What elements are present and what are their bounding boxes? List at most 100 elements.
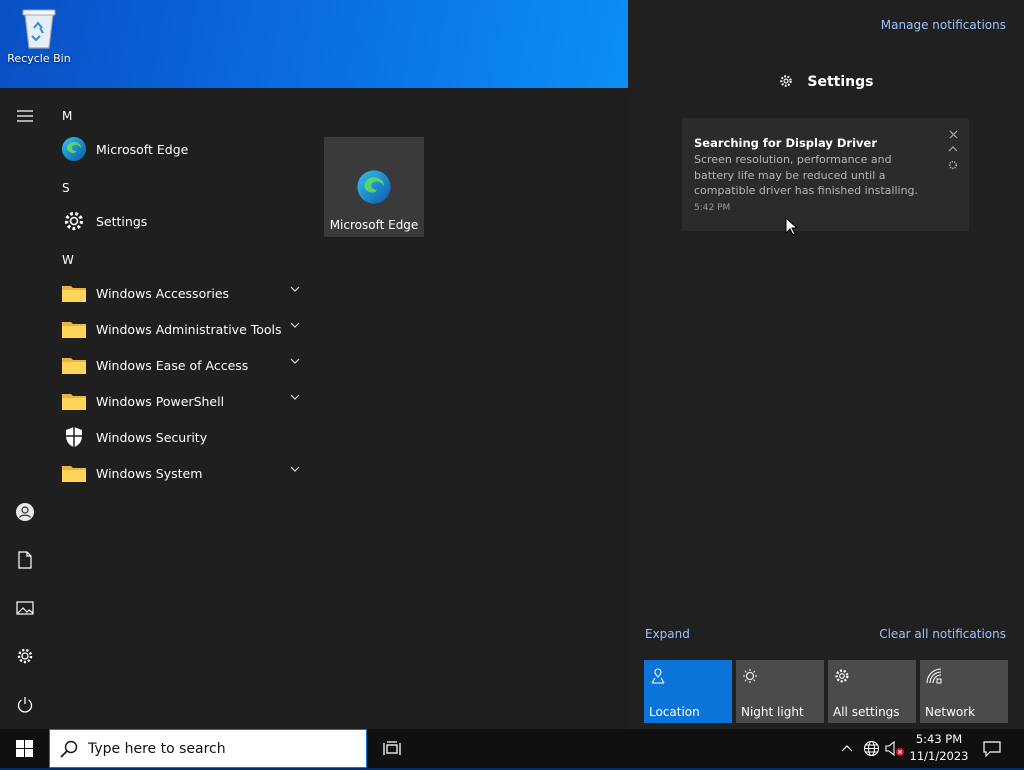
app-windows-ease-of-access[interactable]: Windows Ease of Access: [60, 348, 310, 382]
folder-icon: [60, 279, 88, 307]
app-label: Windows Ease of Access: [96, 357, 249, 373]
windows-logo-icon: [15, 740, 33, 757]
clock-time: 5:43 PM: [915, 732, 963, 746]
document-icon: [18, 551, 32, 569]
pictures-icon: [16, 601, 34, 615]
clear-all-notifications-link[interactable]: Clear all notifications: [879, 627, 1006, 641]
tile-microsoft-edge[interactable]: Microsoft Edge: [324, 137, 424, 237]
volume-muted-icon: [885, 740, 904, 757]
power-button[interactable]: [5, 684, 45, 724]
app-label: Windows Accessories: [96, 285, 230, 301]
notification-group-header[interactable]: Settings: [628, 74, 1024, 90]
globe-icon: [863, 740, 879, 757]
night-light-icon: [743, 669, 757, 683]
app-label: Windows PowerShell: [96, 393, 225, 409]
taskbar: Type here to search 5:43 PM 11/1/2023: [0, 729, 1024, 768]
task-view-button[interactable]: [374, 729, 410, 768]
app-microsoft-edge[interactable]: Microsoft Edge: [60, 132, 310, 166]
documents-button[interactable]: [5, 540, 45, 580]
power-icon: [17, 696, 33, 713]
collapse-notification-button[interactable]: [947, 143, 959, 155]
notification-group-title: Settings: [807, 74, 874, 90]
quick-action-all-settings[interactable]: All settings: [828, 660, 916, 723]
clock-date: 11/1/2023: [909, 749, 969, 763]
mouse-cursor-icon: [785, 217, 797, 236]
gear-icon: [60, 207, 88, 235]
chevron-down-icon[interactable]: [290, 322, 300, 328]
notification-settings-button[interactable]: [947, 159, 959, 171]
app-windows-security[interactable]: Windows Security: [60, 420, 310, 454]
app-label: Windows System: [96, 465, 203, 481]
notification-time: 5:42 PM: [694, 203, 731, 213]
gear-icon: [948, 160, 958, 170]
letter-header-w[interactable]: W: [62, 245, 92, 275]
notification-card[interactable]: Searching for Display Driver Screen reso…: [682, 118, 969, 231]
notification-body: Screen resolution, performance and batte…: [694, 153, 919, 197]
quick-action-location[interactable]: Location: [644, 660, 732, 723]
shield-icon: [60, 423, 88, 451]
dismiss-notification-button[interactable]: [947, 128, 959, 140]
letter-header-m[interactable]: M: [62, 101, 92, 131]
close-icon: [949, 130, 957, 138]
app-windows-powershell[interactable]: Windows PowerShell: [60, 384, 310, 418]
quick-action-label: Location: [649, 705, 700, 719]
gear-icon: [835, 669, 849, 683]
volume-tray-button[interactable]: [884, 729, 906, 768]
location-icon: [651, 668, 665, 684]
chevron-down-icon[interactable]: [290, 466, 300, 472]
action-center-button[interactable]: [976, 729, 1008, 768]
recycle-bin[interactable]: Recycle Bin: [6, 6, 72, 65]
taskbar-search-box[interactable]: Type here to search: [49, 729, 367, 768]
manage-notifications-link[interactable]: Manage notifications: [881, 18, 1006, 32]
hamburger-icon: [17, 110, 33, 122]
quick-action-label: All settings: [833, 705, 900, 719]
folder-icon: [60, 315, 88, 343]
quick-action-network[interactable]: Network: [920, 660, 1008, 723]
network-tray-button[interactable]: [860, 729, 882, 768]
gear-icon: [779, 75, 792, 87]
hamburger-menu-button[interactable]: [5, 96, 45, 136]
pictures-button[interactable]: [5, 588, 45, 628]
notification-icon: [983, 740, 1001, 757]
task-view-icon: [383, 740, 401, 755]
settings-rail-button[interactable]: [5, 636, 45, 676]
action-center: Manage notifications Settings Searching …: [628, 0, 1024, 729]
quick-action-label: Network: [925, 705, 976, 719]
app-label: Windows Administrative Tools: [96, 321, 282, 337]
taskbar-clock[interactable]: 5:43 PM 11/1/2023: [906, 729, 972, 770]
expand-link[interactable]: Expand: [645, 627, 690, 641]
quick-action-night-light[interactable]: Night light: [736, 660, 824, 723]
network-icon: [926, 668, 942, 684]
start-menu: M Microsoft Edge S Settings W Windows Ac…: [0, 88, 628, 729]
recycle-bin-icon: [22, 9, 56, 49]
desktop-wallpaper: Recycle Bin: [0, 0, 628, 88]
app-settings[interactable]: Settings: [60, 204, 310, 238]
app-windows-administrative-tools[interactable]: Windows Administrative Tools: [60, 312, 310, 346]
folder-icon: [60, 387, 88, 415]
start-button[interactable]: [0, 729, 48, 768]
app-windows-system[interactable]: Windows System: [60, 456, 310, 490]
user-account-button[interactable]: [5, 492, 45, 532]
app-label: Microsoft Edge: [96, 141, 189, 157]
letter-header-s[interactable]: S: [62, 173, 92, 203]
folder-icon: [60, 459, 88, 487]
tile-label: Microsoft Edge: [329, 218, 419, 232]
edge-icon: [60, 135, 88, 163]
app-label: Windows Security: [96, 429, 208, 445]
search-icon: [60, 740, 78, 758]
notification-title: Searching for Display Driver: [694, 136, 878, 150]
user-icon: [16, 503, 34, 521]
chevron-down-icon[interactable]: [290, 286, 300, 292]
folder-icon: [60, 351, 88, 379]
chevron-up-icon: [841, 745, 853, 752]
chevron-down-icon[interactable]: [290, 394, 300, 400]
recycle-bin-label: Recycle Bin: [7, 52, 71, 65]
quick-action-label: Night light: [741, 705, 804, 719]
show-hidden-icons-button[interactable]: [838, 729, 856, 768]
chevron-down-icon[interactable]: [290, 358, 300, 364]
chevron-up-icon: [948, 146, 958, 152]
app-windows-accessories[interactable]: Windows Accessories: [60, 276, 310, 310]
app-label: Settings: [96, 213, 148, 229]
gear-icon: [17, 648, 33, 664]
start-rail: [0, 88, 50, 729]
